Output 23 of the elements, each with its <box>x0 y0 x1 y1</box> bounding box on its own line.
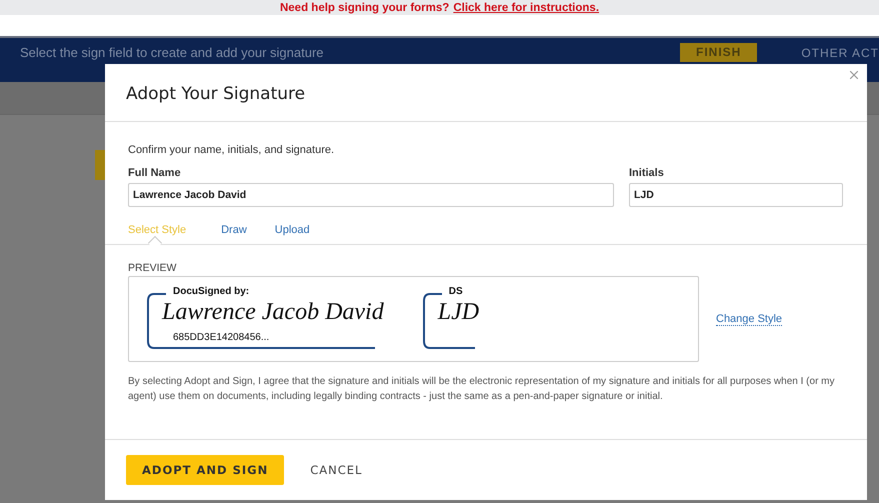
stamp-header: DS <box>448 286 464 297</box>
instructions-link[interactable]: Click here for instructions. <box>453 2 600 14</box>
style-tab[interactable]: Upload <box>274 222 310 244</box>
full-name-field[interactable]: Lawrence Jacob David <box>128 183 614 207</box>
adopt-and-sign-button[interactable]: ADOPT AND SIGN <box>126 455 284 485</box>
help-text: Need help signing your forms? <box>280 2 450 14</box>
close-icon[interactable] <box>847 68 861 82</box>
field-label: Initials <box>629 167 665 179</box>
initials-field[interactable]: LJD <box>629 183 843 207</box>
action-message: Select the sign field to create and add your signature <box>20 45 325 60</box>
change-style-link[interactable]: Change Style <box>716 312 782 326</box>
field-label: Full Name <box>128 167 182 179</box>
preview-label: PREVIEW <box>128 262 178 274</box>
signature-id: 685DD3E14208456... <box>173 332 270 343</box>
stamp-header: DocuSigned by: <box>173 286 250 297</box>
style-tab[interactable]: Draw <box>221 222 247 244</box>
legal-text: By selecting Adopt and Sign, I agree that the signature and initials will be the electronic representation of my signature and initials for all purposes when I (or my agent) use them on documents, including legally binding contracts - just the same as a pen-and-paper signature or initial. <box>128 375 836 404</box>
other-actions-menu[interactable]: OTHER ACT <box>801 46 879 60</box>
cancel-button[interactable]: CANCEL <box>304 462 368 478</box>
dialog-title: Adopt Your Signature <box>105 64 867 122</box>
signature: Lawrence Jacob David <box>162 299 384 326</box>
intro-text: Confirm your name, initials, and signature. <box>128 144 336 156</box>
initials-signature: LJD <box>438 299 480 326</box>
